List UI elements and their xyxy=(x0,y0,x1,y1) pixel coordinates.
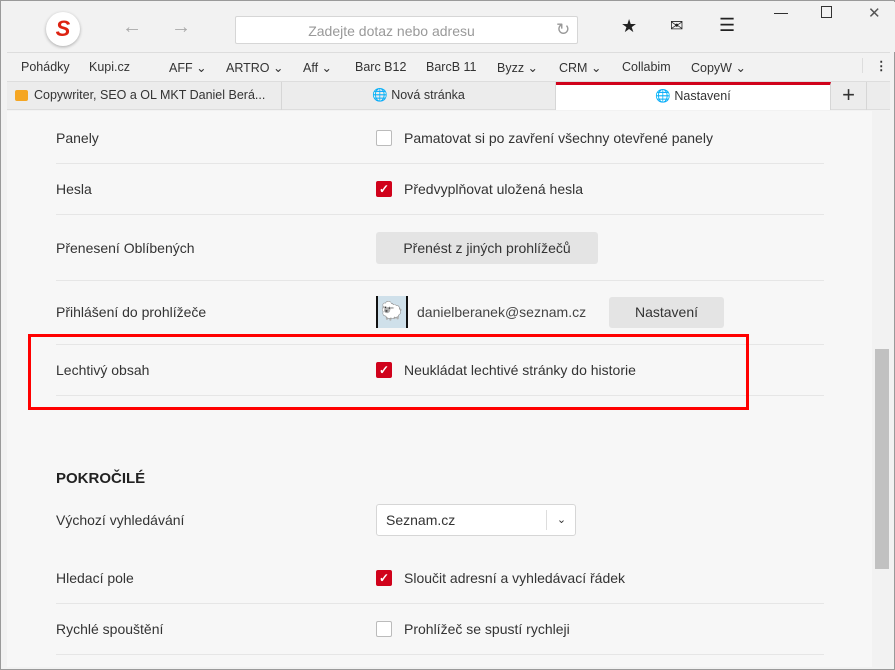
maximize-icon[interactable] xyxy=(821,6,832,18)
tab-label: Nová stránka xyxy=(391,88,465,102)
import-favorites-button[interactable]: Přenést z jiných prohlížečů xyxy=(376,232,598,264)
address-placeholder: Zadejte dotaz nebo adresu xyxy=(308,23,475,39)
more-icon[interactable]: ⋮ xyxy=(862,58,888,73)
setting-label: Přenesení Oblíbených xyxy=(56,240,195,256)
browser-window: S ← → Zadejte dotaz nebo adresu ↻ ★ ✉ ☰ … xyxy=(0,0,895,670)
setting-label: Hledací pole xyxy=(56,570,134,586)
divider xyxy=(56,280,824,281)
search-engine-select[interactable]: Seznam.cz ⌄ xyxy=(376,504,576,536)
searchbar-option[interactable]: Sloučit adresní a vyhledávací řádek xyxy=(404,570,625,586)
account-settings-button[interactable]: Nastavení xyxy=(609,297,724,328)
mail-icon[interactable]: ✉ xyxy=(670,16,683,36)
close-icon[interactable]: ✕ xyxy=(868,4,881,22)
bookmark-folder[interactable]: CopyW ⌄ xyxy=(691,60,746,75)
bookmark[interactable]: Collabim xyxy=(622,60,671,74)
select-value: Seznam.cz xyxy=(386,512,456,528)
account-email: danielberanek@seznam.cz xyxy=(417,304,587,320)
divider xyxy=(56,654,824,655)
quickstart-checkbox[interactable] xyxy=(376,621,392,637)
tab-label: Copywriter, SEO a OL MKT Daniel Berá... xyxy=(34,88,266,102)
divider xyxy=(56,603,824,604)
star-icon[interactable]: ★ xyxy=(621,16,637,37)
tab-copywriter[interactable]: Copywriter, SEO a OL MKT Daniel Berá... xyxy=(7,82,282,110)
setting-label: Výchozí vyhledávání xyxy=(56,512,185,528)
divider xyxy=(56,163,824,164)
bookmark-folder[interactable]: Aff ⌄ xyxy=(303,60,332,75)
toolbar: S ← → Zadejte dotaz nebo adresu ↻ ★ ✉ ☰ … xyxy=(2,2,895,52)
chevron-down-icon: ⌄ xyxy=(546,510,576,530)
section-heading: POKROČILÉ xyxy=(56,470,146,487)
new-tab-button[interactable]: + xyxy=(831,82,867,110)
panels-option[interactable]: Pamatovat si po zavření všechny otevřené… xyxy=(404,130,713,146)
tab-new[interactable]: 🌐 Nová stránka xyxy=(282,82,556,110)
divider xyxy=(56,214,824,215)
scrollbar[interactable] xyxy=(874,111,890,667)
bookmark-folder[interactable]: CRM ⌄ xyxy=(559,60,601,75)
scrollbar-thumb[interactable] xyxy=(875,349,889,569)
passwords-checkbox[interactable]: ✓ xyxy=(376,181,392,197)
setting-label: Rychlé spouštění xyxy=(56,621,164,637)
forward-icon[interactable]: → xyxy=(171,16,191,39)
bookmark[interactable]: Kupi.cz xyxy=(89,60,130,74)
globe-icon: 🌐 xyxy=(372,88,388,102)
tab-settings[interactable]: 🌐 Nastavení xyxy=(556,82,831,110)
quickstart-option[interactable]: Prohlížeč se spustí rychleji xyxy=(404,621,570,637)
globe-icon: 🌐 xyxy=(655,89,671,103)
tab-label: Nastavení xyxy=(674,89,731,103)
setting-label: Hesla xyxy=(56,181,92,197)
passwords-option[interactable]: Předvyplňovat uložená hesla xyxy=(404,181,583,197)
bookmark-folder[interactable]: AFF ⌄ xyxy=(169,60,207,75)
favicon-icon xyxy=(15,90,28,102)
setting-label: Panely xyxy=(56,130,99,146)
address-bar[interactable]: Zadejte dotaz nebo adresu ↻ xyxy=(235,16,578,44)
searchbar-checkbox[interactable]: ✓ xyxy=(376,570,392,586)
seznam-logo[interactable]: S xyxy=(46,12,80,46)
back-icon[interactable]: ← xyxy=(122,16,142,39)
minimize-icon[interactable]: — xyxy=(774,4,788,20)
bookmarks-bar: Pohádky Kupi.cz AFF ⌄ ARTRO ⌄ Aff ⌄ Barc… xyxy=(7,52,890,82)
bookmark[interactable]: BarcB 11 xyxy=(426,60,477,74)
setting-label: Přihlášení do prohlížeče xyxy=(56,304,207,320)
panels-checkbox[interactable] xyxy=(376,130,392,146)
bookmark[interactable]: Pohádky xyxy=(21,60,70,74)
avatar: 🐑 xyxy=(376,296,408,328)
bookmark-folder[interactable]: Byzz ⌄ xyxy=(497,60,538,75)
highlight-box xyxy=(28,334,749,410)
tab-strip: Copywriter, SEO a OL MKT Daniel Berá... … xyxy=(7,82,890,110)
menu-icon[interactable]: ☰ xyxy=(719,15,735,36)
bookmark-folder[interactable]: ARTRO ⌄ xyxy=(226,60,283,75)
bookmark[interactable]: Barc B12 xyxy=(355,60,406,74)
